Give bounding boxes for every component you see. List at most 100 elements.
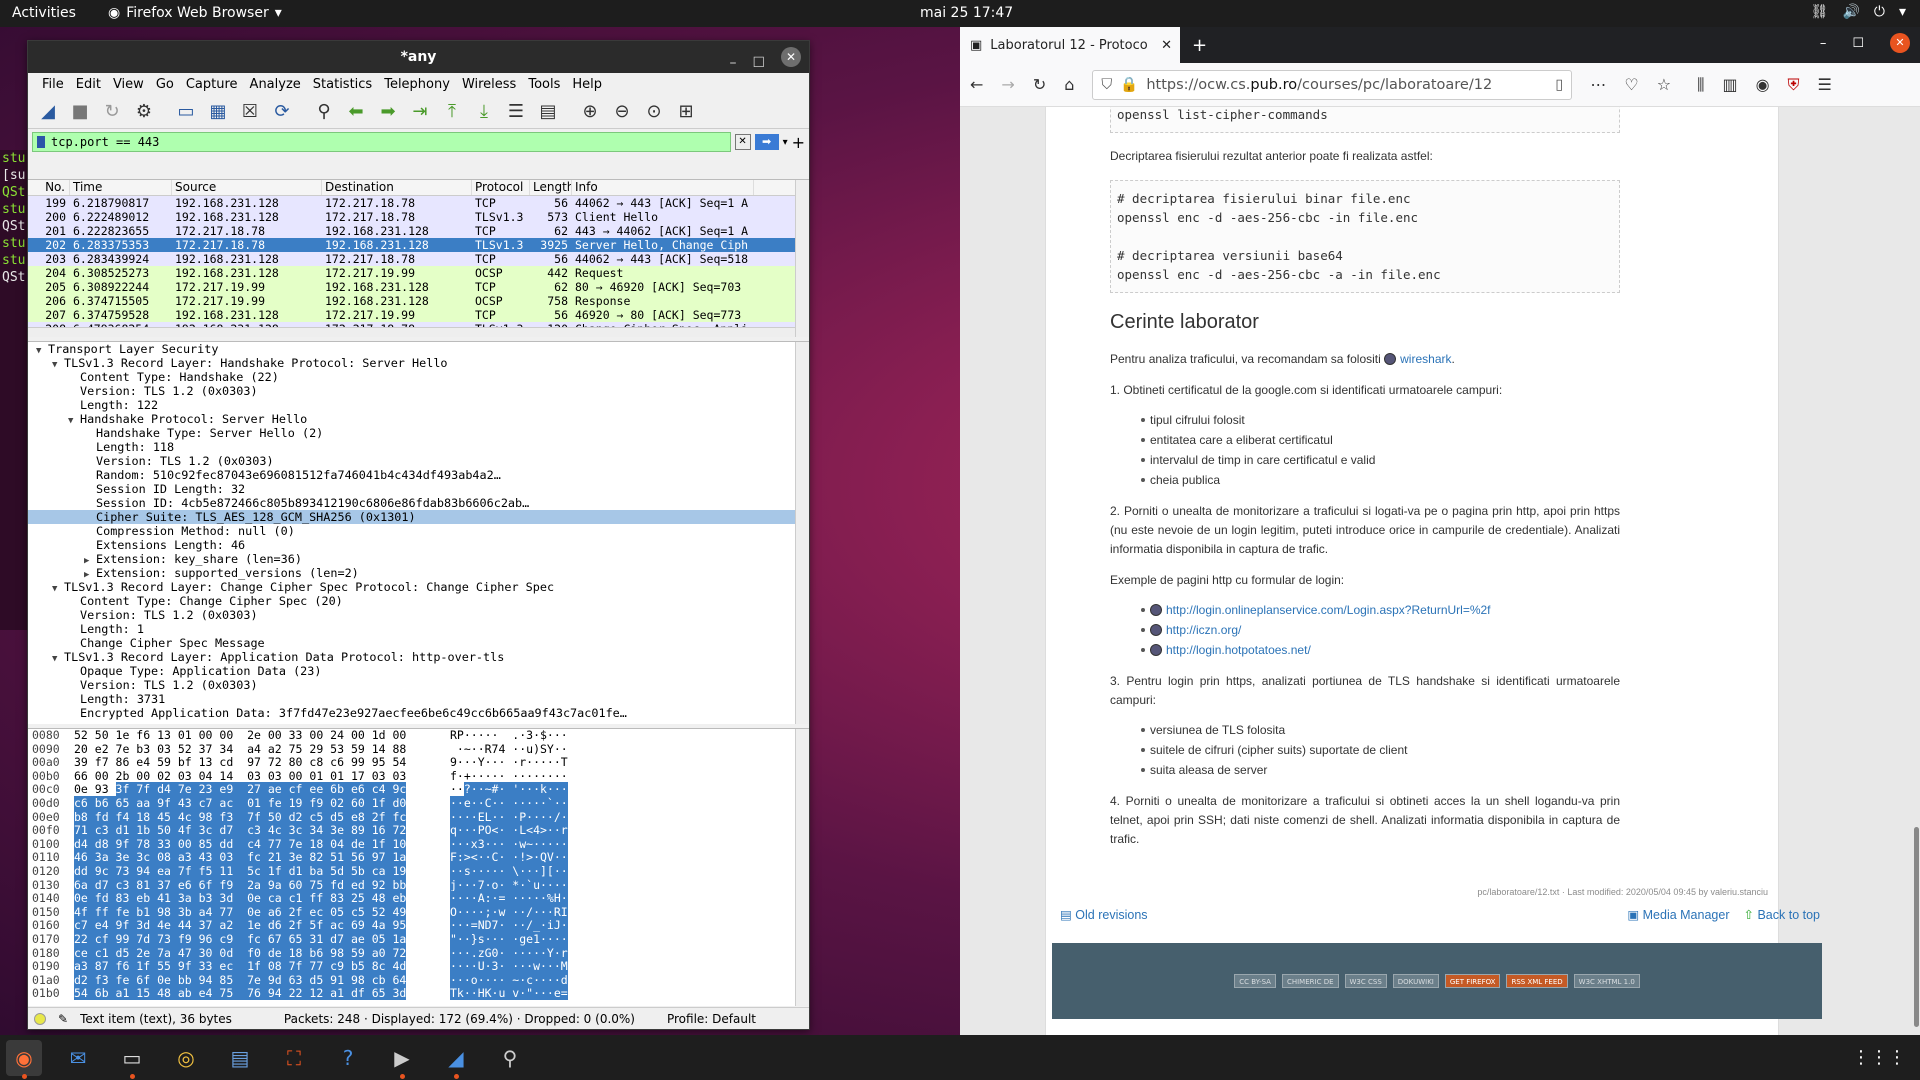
firefox-dock-icon[interactable]: ◉ [6,1039,42,1079]
autoscroll-icon[interactable]: ☰ [502,98,530,126]
apply-filter-button[interactable]: ➡ [754,134,779,150]
tree-node[interactable]: Version: TLS 1.2 (0x0303) [28,678,809,692]
packet-row[interactable]: 199 6.218790817 192.168.231.128 172.217.18.… [28,196,809,210]
tree-node[interactable]: Content Type: Handshake (22) [28,370,809,384]
maximize-button[interactable]: ☐ [752,47,765,79]
hex-row[interactable]: 0160 c7 e4 9f 3d 4e 44 37 a2 1e d6 2f 5f … [28,918,809,933]
wireshark-link[interactable]: wireshark [1400,352,1451,366]
external-link[interactable]: http://login.hotpotatoes.net/ [1166,643,1311,657]
page-scrollbar[interactable] [1912,107,1920,1035]
hex-row[interactable]: 00f0 71 c3 d1 1b 50 4f 3c d7 c3 4c 3c 34 … [28,823,809,838]
colorize-icon[interactable]: ▤ [534,98,562,126]
hex-row[interactable]: 00c0 0e 93 3f 7f d4 7e 23 e9 27 ae cf ee … [28,782,809,797]
back-icon[interactable]: ← [970,75,983,94]
display-filter-input[interactable]: tcp.port == 443 [32,132,731,152]
packet-row[interactable]: 205 6.308922244 172.217.19.99 192.168.231.1… [28,280,809,294]
tree-node[interactable]: Cipher Suite: TLS_AES_128_GCM_SHA256 (0x… [28,510,809,524]
hex-row[interactable]: 0120 dd 9c 73 94 ea 7f f5 11 5c 1f d1 ba … [28,863,809,879]
expander-icon[interactable]: ▼ [52,358,64,372]
tree-node[interactable]: ▶ Extension: key_share (len=36) [28,552,809,566]
packet-row[interactable]: 200 6.222489012 192.168.231.128 172.217.18.… [28,210,809,224]
back-to-top-link[interactable]: ⇧ Back to top [1743,907,1820,922]
tree-node[interactable]: ▼ TLSv1.3 Record Layer: Handshake Protoco… [28,356,809,370]
sidebar-icon[interactable]: ▥ [1722,75,1737,95]
filter-history-icon[interactable]: ▾ [783,137,788,148]
details-scrollbar[interactable] [795,342,809,724]
library-icon[interactable]: ⫼ [1697,75,1704,95]
hex-row[interactable]: 0150 4f ff fe b1 98 3b a4 77 0e a6 2f ec … [28,904,809,920]
zoom-reset-icon[interactable]: ⊙ [640,98,668,126]
menu-go[interactable]: Go [150,77,180,92]
files-dock-icon[interactable]: ▭ [114,1040,150,1079]
hex-row[interactable]: 00d0 c6 b6 65 aa 9f 43 c7 ac 01 fe 19 f9 … [28,795,809,811]
tree-node[interactable]: Compression Method: null (0) [28,524,809,538]
zoom-in-icon[interactable]: ⊕ [576,98,604,126]
stop-capture-icon[interactable]: ■ [66,98,94,126]
tab-laboratorul-12[interactable]: ▣ Laboratorul 12 - Protoco ✕ [960,27,1180,63]
open-file-icon[interactable]: ▭ [172,98,200,126]
packet-row[interactable]: 207 6.374759528 192.168.231.128 172.217.19.… [28,308,809,322]
tree-node[interactable]: Encrypted Application Data: 3f7fd47e23e9… [28,706,809,720]
add-filter-button[interactable]: + [792,133,805,152]
hex-row[interactable]: 0180 ce c1 d5 2e 7a 47 30 0d f0 de 18 b6 … [28,945,809,961]
screenshot-dock-icon[interactable]: ⚲ [492,1040,528,1076]
hex-row[interactable]: 00e0 b8 fd f4 18 45 4c 98 f3 7f 50 d2 c5 … [28,809,809,825]
help-dock-icon[interactable]: ? [330,1040,366,1076]
resize-columns-icon[interactable]: ⊞ [672,98,700,126]
tree-node[interactable]: Content Type: Change Cipher Spec (20) [28,594,809,608]
footer-badge[interactable]: RSS XML FEED [1506,974,1568,988]
bytes-scrollbar[interactable] [795,729,809,1006]
old-revisions-link[interactable]: ▤ Old revisions [1060,907,1148,922]
show-applications-icon[interactable]: ⋮⋮⋮ [1852,1047,1906,1068]
packet-row[interactable]: 202 6.283375353 172.217.18.78 192.168.231.1… [28,238,809,252]
column-header-source[interactable]: Source [172,180,322,195]
close-file-icon[interactable]: ☒ [236,98,264,126]
tree-node[interactable]: Session ID: 4cb5e872466c805b893412190c68… [28,496,809,510]
close-tab-icon[interactable]: ✕ [1161,38,1172,53]
column-header-no[interactable]: No. [28,180,70,195]
column-header-time[interactable]: Time [70,180,172,195]
tree-node[interactable]: Random: 510c92fec87043e696081512fa746041… [28,468,809,482]
forward-icon[interactable]: → [1001,75,1014,94]
column-header-destination[interactable]: Destination [322,180,472,195]
column-header-info[interactable]: Info [572,180,754,195]
clear-filter-button[interactable]: ✕ [734,134,751,150]
packet-list-scrollbar[interactable] [795,180,809,337]
hex-row[interactable]: 0110 46 3a 3e 3c 08 a3 43 03 fc 21 3e 82 … [28,850,809,865]
app-menu[interactable]: ◉ Firefox Web Browser ▾ [108,5,282,21]
hex-row[interactable]: 0080 52 50 1e f6 13 01 00 00 2e 00 33 00 … [28,729,809,743]
expander-icon[interactable]: ▼ [52,652,64,666]
activities-button[interactable]: Activities [12,5,76,21]
reload-icon[interactable]: ↻ [1033,75,1046,94]
writer-dock-icon[interactable]: ▤ [222,1040,258,1076]
menu-view[interactable]: View [107,77,150,92]
hex-row[interactable]: 01a0 d2 f3 fe 6f 0e bb 94 85 7e 9d 63 d5 … [28,972,809,988]
tree-node[interactable]: ▼ Transport Layer Security [28,342,809,356]
footer-badge[interactable]: W3C CSS [1344,974,1387,988]
go-forward-icon[interactable]: ➡ [374,98,402,126]
packet-row[interactable]: 206 6.374715505 172.217.19.99 192.168.231.1… [28,294,809,308]
tree-node[interactable]: ▼ TLSv1.3 Record Layer: Application Data … [28,650,809,664]
expander-icon[interactable]: ▼ [36,344,48,358]
tree-node[interactable]: Length: 1 [28,622,809,636]
tree-node[interactable]: Extensions Length: 46 [28,538,809,552]
new-tab-button[interactable]: + [1192,35,1207,56]
menu-analyze[interactable]: Analyze [244,77,307,92]
find-packet-icon[interactable]: ⚲ [310,98,338,126]
rhythmbox-dock-icon[interactable]: ◎ [168,1040,204,1076]
restart-capture-icon[interactable]: ↻ [98,98,126,126]
close-button[interactable]: ✕ [781,47,801,67]
go-back-icon[interactable]: ⬅ [342,98,370,126]
edit-comment-icon[interactable]: ✎ [58,1012,68,1026]
hex-row[interactable]: 0090 20 e2 7e b3 03 52 37 34 a4 a2 75 29 … [28,742,809,757]
external-link[interactable]: http://iczn.org/ [1166,623,1241,637]
menu-telephony[interactable]: Telephony [378,77,456,92]
tree-node[interactable]: Version: TLS 1.2 (0x0303) [28,454,809,468]
menu-edit[interactable]: Edit [70,77,107,92]
hex-row[interactable]: 00b0 66 00 2b 00 02 03 04 14 03 03 00 01 … [28,769,809,784]
home-icon[interactable]: ⌂ [1064,75,1074,94]
terminal-dock-icon[interactable]: ▶ [384,1040,420,1079]
expander-icon[interactable]: ▼ [52,582,64,596]
hex-row[interactable]: 0130 6a d7 c3 81 37 e6 6f f9 2a 9a 60 75 … [28,877,809,893]
footer-badge[interactable]: CC BY-SA [1234,974,1276,988]
